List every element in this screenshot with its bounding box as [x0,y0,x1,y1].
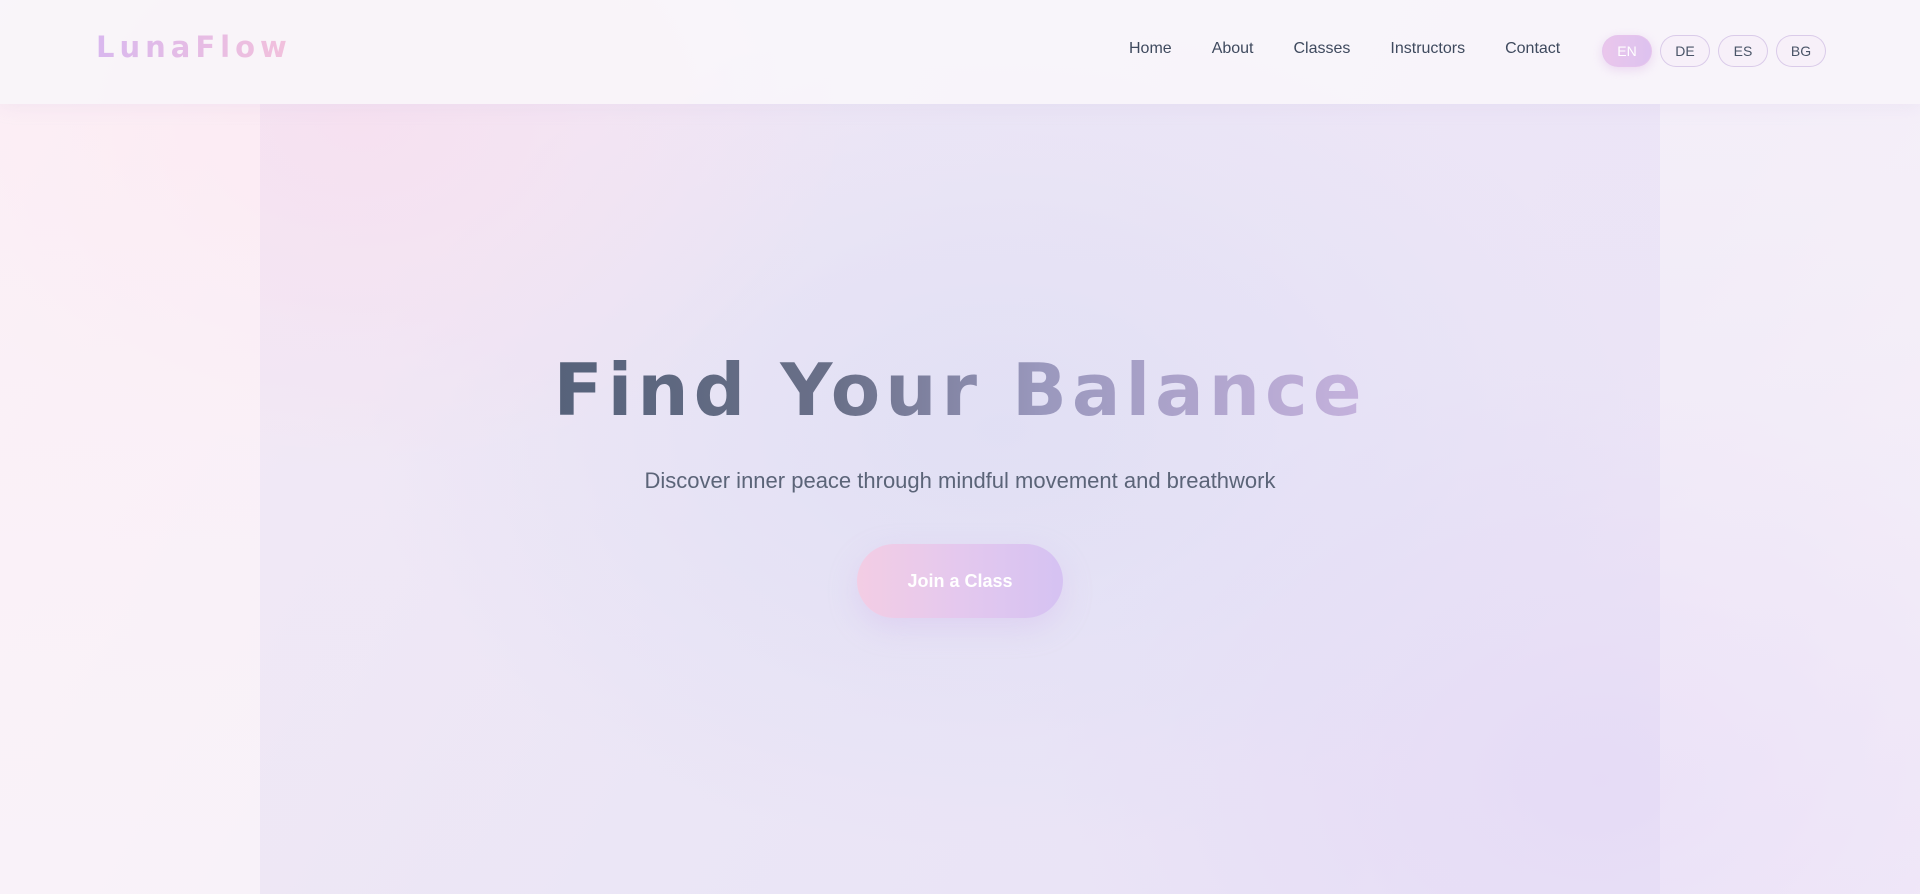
nav-link-about[interactable]: About [1212,40,1254,58]
nav-link-classes[interactable]: Classes [1294,40,1351,58]
language-button-bg[interactable]: BG [1776,35,1826,67]
nav-link-instructors[interactable]: Instructors [1390,40,1465,58]
join-class-button[interactable]: Join a Class [857,544,1063,618]
language-button-de[interactable]: DE [1660,35,1710,67]
hero-subtitle: Discover inner peace through mindful mov… [644,468,1276,493]
site-header: LunaFlow Home About Classes Instructors … [0,0,1920,104]
brand-logo[interactable]: LunaFlow [96,30,292,64]
hero-title-text: Find Your Balance [553,348,1367,432]
background-right-panel [1660,104,1920,894]
nav-link-contact[interactable]: Contact [1505,40,1560,58]
language-switcher: EN DE ES BG [1602,35,1826,67]
language-button-es[interactable]: ES [1718,35,1768,67]
background-left-panel [0,104,260,894]
nav-link-home[interactable]: Home [1129,40,1172,58]
language-button-en[interactable]: EN [1602,35,1652,67]
hero-title: Find Your Balance [0,344,1920,436]
background-center-panel [260,104,1660,894]
main-nav: Home About Classes Instructors Contact [1129,40,1560,58]
